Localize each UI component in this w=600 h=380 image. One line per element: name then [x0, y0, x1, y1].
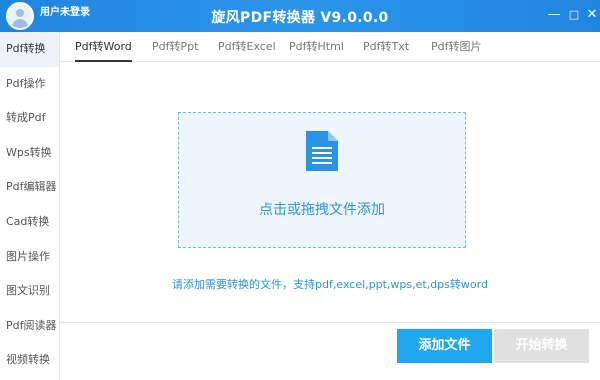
divider [60, 322, 600, 323]
document-icon [306, 131, 338, 171]
sidebar-item-video-convert[interactable]: 视频转换 [0, 343, 59, 378]
sidebar-item-image-operate[interactable]: 图片操作 [0, 240, 59, 275]
file-drop-zone[interactable]: 点击或拖拽文件添加 [178, 112, 466, 248]
tab-pdf-to-html[interactable]: Pdf转Html [289, 32, 344, 62]
app-title: 旋风PDF转换器 V9.0.0.0 [211, 10, 389, 26]
supported-formats-hint: 请添加需要转换的文件，支持pdf,excel,ppt,wps,et,dps转wo… [172, 278, 488, 291]
sidebar-item-cad-convert[interactable]: Cad转换 [0, 205, 59, 240]
start-convert-button[interactable]: 开始转换 [494, 329, 589, 363]
tab-pdf-to-ppt[interactable]: Pdf转Ppt [152, 32, 198, 62]
sidebar: Pdf转换 Pdf操作 转成Pdf Wps转换 Pdf编辑器 Cad转换 图片操… [0, 32, 60, 380]
sidebar-item-pdf-convert[interactable]: Pdf转换 [0, 32, 59, 67]
tab-pdf-to-word[interactable]: Pdf转Word [75, 32, 132, 62]
conversion-tabs: Pdf转Word Pdf转Ppt Pdf转Excel Pdf转Html Pdf转… [60, 32, 600, 62]
tab-pdf-to-excel[interactable]: Pdf转Excel [218, 32, 276, 62]
maximize-icon[interactable]: □ [566, 6, 582, 24]
add-file-button[interactable]: 添加文件 [397, 329, 492, 363]
tab-pdf-to-image[interactable]: Pdf转图片 [431, 32, 482, 62]
title-bar: 用户未登录 旋风PDF转换器 V9.0.0.0 — □ ✕ [0, 0, 600, 32]
sidebar-item-pdf-editor[interactable]: Pdf编辑器 [0, 170, 59, 205]
sidebar-item-pdf-reader[interactable]: Pdf阅读器 [0, 309, 59, 344]
sidebar-item-ocr[interactable]: 图文识别 [0, 274, 59, 309]
sidebar-item-wps-convert[interactable]: Wps转换 [0, 136, 59, 171]
minimize-icon[interactable]: — [546, 6, 562, 24]
sidebar-item-to-pdf[interactable]: 转成Pdf [0, 101, 59, 136]
drop-zone-label: 点击或拖拽文件添加 [259, 202, 385, 218]
sidebar-item-pdf-operate[interactable]: Pdf操作 [0, 67, 59, 102]
tab-pdf-to-txt[interactable]: Pdf转Txt [363, 32, 409, 62]
close-icon[interactable]: ✕ [584, 6, 600, 24]
